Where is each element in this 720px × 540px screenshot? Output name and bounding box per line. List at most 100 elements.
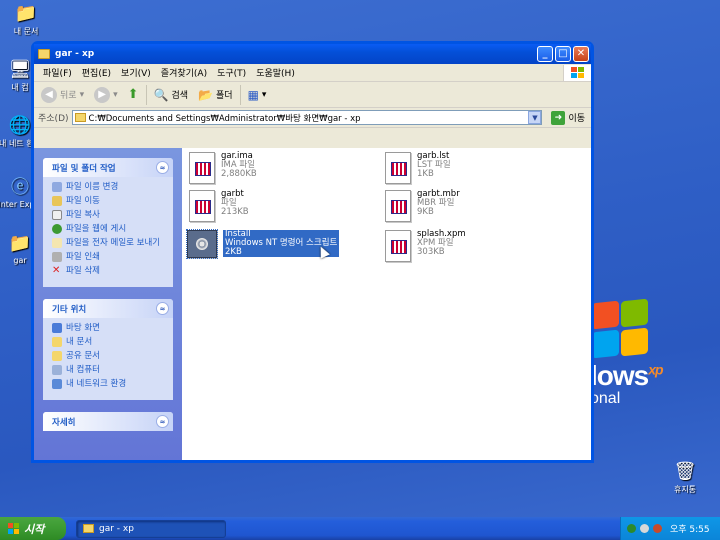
file-size: 303KB: [417, 247, 445, 257]
search-icon: 🔍: [153, 87, 169, 102]
taskbar: 시작 gar - xp 오후 5:55: [0, 517, 720, 540]
start-label: 시작: [24, 522, 45, 536]
file-item[interactable]: garb.lst LST 파일 1KB: [385, 152, 555, 184]
logo-word: lowsxp: [590, 360, 664, 391]
go-label: 이동: [568, 114, 585, 124]
file-size: 2,880KB: [221, 169, 257, 179]
menu-tools[interactable]: 도구(T): [212, 66, 251, 79]
taskbar-window-button[interactable]: gar - xp: [76, 519, 226, 538]
menu-view[interactable]: 보기(V): [116, 66, 156, 79]
panel-title: 기타 위치: [52, 304, 87, 315]
task-copy[interactable]: 파일 복사: [52, 210, 166, 220]
tray-icon[interactable]: [653, 524, 662, 533]
computer-icon: [52, 365, 62, 375]
folder-icon: [52, 337, 62, 347]
back-label: 뒤로: [60, 91, 77, 101]
search-button[interactable]: 🔍 검색: [151, 86, 192, 104]
start-button[interactable]: 시작: [0, 517, 66, 540]
chevron-down-icon: ▾: [79, 89, 85, 100]
script-file-icon: [186, 229, 218, 259]
close-button[interactable]: ✕: [573, 46, 589, 62]
menu-help[interactable]: 도움말(H): [251, 66, 300, 79]
place-network[interactable]: 내 네트워크 환경: [52, 379, 166, 389]
minimize-button[interactable]: _: [537, 46, 553, 62]
back-arrow-icon: ◀: [41, 86, 57, 103]
file-item[interactable]: gar.ima IMA 파일 2,880KB: [189, 152, 359, 184]
tray-icon[interactable]: [640, 524, 649, 533]
views-button[interactable]: ▦ ▾: [245, 86, 270, 104]
back-button[interactable]: ◀ 뒤로 ▾: [38, 85, 87, 105]
address-bar: 주소(D) C:₩Documents and Settings₩Administ…: [34, 108, 591, 128]
tray-icon[interactable]: [627, 524, 636, 533]
folder-icon: 📁: [14, 3, 38, 24]
address-input[interactable]: C:₩Documents and Settings₩Administrator₩…: [71, 110, 543, 125]
folder-icon: 📂: [198, 87, 213, 102]
file-icon: [385, 230, 411, 262]
globe-icon: [52, 224, 62, 234]
toolbar-separator: [145, 84, 147, 105]
clock[interactable]: 오후 5:55: [670, 522, 710, 535]
delete-icon: ✕: [52, 265, 61, 276]
panel-header[interactable]: 파일 및 폴더 작업 ≈: [43, 158, 173, 177]
folder-icon: [74, 113, 86, 122]
task-publish-web[interactable]: 파일을 웹에 게시: [52, 224, 166, 234]
maximize-button[interactable]: □: [555, 46, 571, 62]
up-folder-icon: ⬆: [127, 87, 139, 102]
place-desktop[interactable]: 바탕 화면: [52, 323, 166, 333]
file-item[interactable]: splash.xpm XPM 파일 303KB: [385, 230, 555, 262]
recycle-bin-icon: 🗑: [673, 461, 697, 482]
chevron-down-icon[interactable]: ▼: [528, 111, 542, 124]
menu-favorites[interactable]: 즐겨찾기(A): [156, 66, 212, 79]
forward-button[interactable]: ▶ ▾: [91, 85, 121, 105]
file-item[interactable]: garbt.mbr MBR 파일 9KB: [385, 190, 555, 222]
file-item-selected[interactable]: Install Windows NT 명령어 스크립트 2KB: [186, 229, 357, 259]
file-item[interactable]: garbt 파일 213KB: [189, 190, 359, 222]
place-my-documents[interactable]: 내 문서: [52, 337, 166, 347]
desktop-icon-label: 내 컴: [11, 83, 29, 92]
copy-icon: [52, 210, 62, 220]
menu-edit[interactable]: 편집(E): [77, 66, 116, 79]
window-title: gar - xp: [55, 49, 95, 59]
move-icon: [52, 196, 62, 206]
go-button[interactable]: ➜ 이동: [545, 110, 591, 125]
task-email[interactable]: 파일을 전자 메일로 보내기: [52, 238, 166, 248]
address-value: C:₩Documents and Settings₩Administrator₩…: [88, 113, 361, 124]
chevron-down-icon: ▾: [261, 89, 267, 100]
desktop-icon-recycle-bin[interactable]: 🗑 휴지통: [659, 462, 711, 495]
forward-arrow-icon: ▶: [94, 86, 111, 103]
logo-edition: onal: [590, 390, 621, 407]
panel-title: 파일 및 폴더 작업: [52, 163, 116, 174]
file-icon: [189, 152, 215, 184]
desktop-icon-label: gar: [13, 256, 27, 265]
file-icon: [385, 190, 411, 222]
file-size: 213KB: [221, 207, 249, 217]
menu-file[interactable]: 파일(F): [38, 66, 77, 79]
folders-button[interactable]: 📂 폴더: [195, 86, 236, 104]
panel-header[interactable]: 기타 위치 ≈: [43, 299, 173, 318]
task-move[interactable]: 파일 이동: [52, 196, 166, 206]
collapse-icon[interactable]: ≈: [156, 302, 169, 315]
place-shared-documents[interactable]: 공유 문서: [52, 351, 166, 361]
task-print[interactable]: 파일 인쇄: [52, 252, 166, 262]
menu-bar: 파일(F) 편집(E) 보기(V) 즐겨찾기(A) 도구(T) 도움말(H): [34, 64, 591, 82]
network-icon: [52, 379, 62, 389]
collapse-icon[interactable]: ≈: [156, 161, 169, 174]
window-titlebar[interactable]: gar - xp _ □ ✕: [34, 44, 591, 64]
file-icon: [189, 190, 215, 222]
expand-icon[interactable]: ≈: [156, 415, 169, 428]
printer-icon: [52, 252, 62, 262]
task-delete[interactable]: ✕ 파일 삭제: [52, 265, 166, 277]
windows-flag-icon: [8, 523, 19, 534]
desktop-icon-my-documents[interactable]: 📁 내 문서: [0, 4, 52, 37]
go-arrow-icon: ➜: [551, 110, 566, 125]
folder-icon: [38, 49, 50, 59]
views-icon: ▦: [247, 87, 259, 102]
explorer-window: gar - xp _ □ ✕ 파일(F) 편집(E) 보기(V) 즐겨찾기(A)…: [31, 41, 594, 463]
desktop-icon-label: 휴지통: [673, 485, 697, 494]
panel-file-folder-tasks: 파일 및 폴더 작업 ≈ 파일 이름 변경 파일 이동 파일 복사 파일을 웹에…: [43, 158, 173, 287]
place-my-computer[interactable]: 내 컴퓨터: [52, 365, 166, 375]
task-rename[interactable]: 파일 이름 변경: [52, 182, 166, 192]
chevron-down-icon: ▾: [113, 89, 118, 100]
up-folder-button[interactable]: ⬆: [125, 85, 142, 104]
panel-header[interactable]: 자세히 ≈: [43, 412, 173, 431]
